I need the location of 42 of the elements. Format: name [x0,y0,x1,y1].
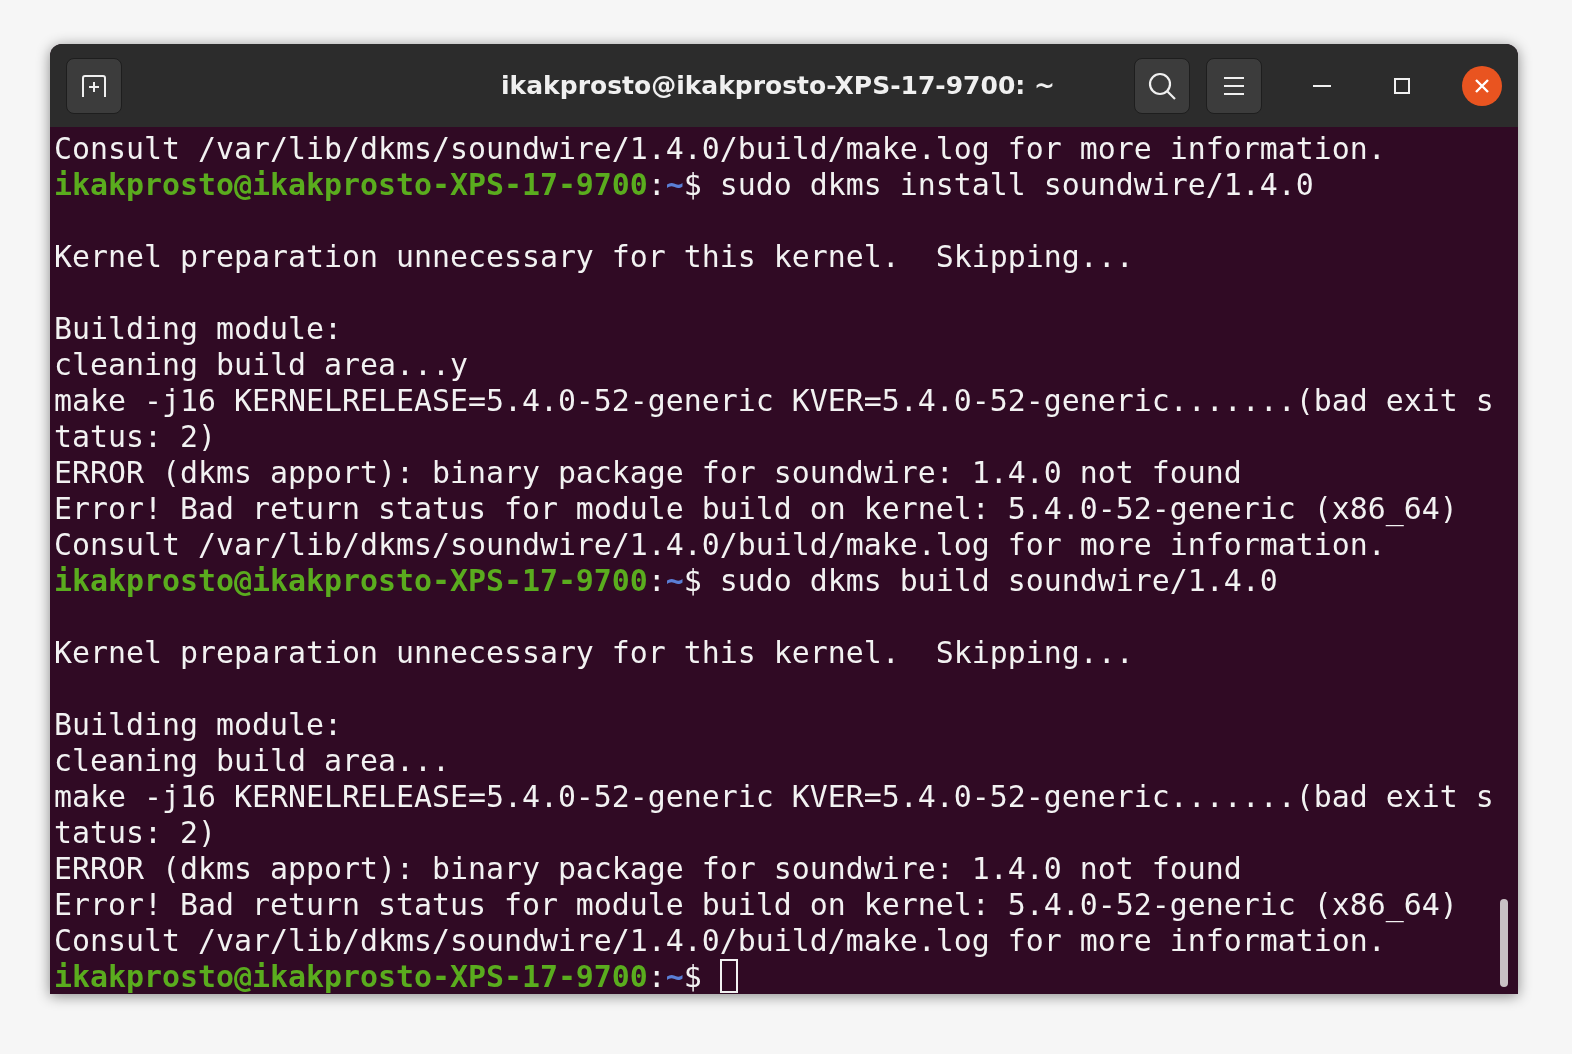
terminal-output-line: cleaning build area...y [54,347,468,382]
prompt-user-host: ikakprosto@ikakprosto-XPS-17-9700 [54,167,648,202]
terminal-output-line: Kernel preparation unnecessary for this kernel. Skipping... [54,239,1134,274]
menu-button[interactable] [1206,57,1262,114]
prompt-path: ~ [665,959,684,994]
terminal-output-line: Kernel preparation unnecessary for this kernel. Skipping... [54,635,1134,670]
terminal-output-line: tatus: 2) [54,815,216,850]
prompt-symbol: $ [683,563,702,598]
prompt-separator: : [647,167,666,202]
search-icon [1147,70,1177,101]
prompt-symbol: $ [683,959,702,994]
terminal-output-line: tatus: 2) [54,419,216,454]
window-title: ikakprosto@ikakprosto-XPS-17-9700: ~ [500,71,1056,100]
prompt-path: ~ [665,563,684,598]
terminal-output-line: Consult /var/lib/dkms/soundwire/1.4.0/build/make.log for more information. [54,923,1386,958]
terminal-output-line: Building module: [54,311,342,346]
command-text: sudo dkms install soundwire/1.4.0 [718,167,1314,202]
close-button[interactable] [1462,65,1502,106]
close-icon [1474,77,1490,94]
terminal-output-line: ERROR (dkms apport): binary package for soundwire: 1.4.0 not found [54,851,1242,886]
terminal-output-line: Error! Bad return status for module build on kernel: 5.4.0-52-generic (x86_64) [54,887,1458,922]
prompt-user-host: ikakprosto@ikakprosto-XPS-17-9700 [54,959,648,994]
minimize-icon [1313,83,1331,88]
terminal-output-line: Building module: [54,707,342,742]
terminal-output-line: cleaning build area... [54,743,450,778]
maximize-icon [1394,77,1410,94]
prompt-separator: : [647,563,666,598]
terminal-output-line: Error! Bad return status for module build on kernel: 5.4.0-52-generic (x86_64) [54,491,1458,526]
command-text: sudo dkms build soundwire/1.4.0 [718,563,1278,598]
terminal-output-line: make -j16 KERNELRELEASE=5.4.0-52-generic KVER=5.4.0-52-generic.......(bad exit s [54,383,1494,418]
menu-icon [1223,75,1245,96]
prompt-user-host: ikakprosto@ikakprosto-XPS-17-9700 [54,563,648,598]
prompt-separator: : [647,959,666,994]
search-button[interactable] [1134,57,1190,114]
terminal-output-line: Consult /var/lib/dkms/soundwire/1.4.0/build/make.log for more information. [54,131,1386,166]
prompt-path: ~ [665,167,684,202]
terminal-output-line: ERROR (dkms apport): binary package for soundwire: 1.4.0 not found [54,455,1242,490]
new-tab-button[interactable] [66,57,122,114]
terminal-output-line: Consult /var/lib/dkms/soundwire/1.4.0/build/make.log for more information. [54,527,1386,562]
prompt-symbol: $ [683,167,702,202]
scrollbar-thumb[interactable] [1500,899,1508,987]
terminal-output-line: make -j16 KERNELRELEASE=5.4.0-52-generic KVER=5.4.0-52-generic.......(bad exit s [54,779,1494,814]
